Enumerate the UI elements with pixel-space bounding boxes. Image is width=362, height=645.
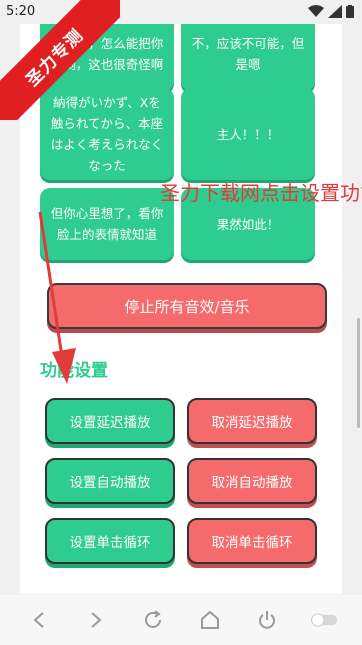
set-auto-button[interactable]: 设置自动播放 xyxy=(45,458,175,504)
section-title: 功能设置 xyxy=(40,361,108,381)
back-icon[interactable] xyxy=(25,606,53,634)
tile-text: 不，应该不可能，但是嗯 xyxy=(191,35,305,72)
home-icon[interactable] xyxy=(196,606,224,634)
cancel-loop-button[interactable]: 取消单击循环 xyxy=(187,518,317,564)
battery-icon xyxy=(346,5,354,18)
bottom-nav-bar xyxy=(0,595,362,645)
corner-banner-label: 圣力专测 xyxy=(0,0,120,120)
dialogue-tile-4[interactable]: 主人！！！ xyxy=(181,88,315,180)
cancel-delay-button[interactable]: 取消延迟播放 xyxy=(187,398,317,444)
overlay-annotation: 圣力下载网点击设置功能 xyxy=(160,181,362,205)
wifi-icon xyxy=(308,5,324,17)
tile-text: 果然如此！ xyxy=(216,216,280,232)
refresh-icon[interactable] xyxy=(139,606,167,634)
tile-text: 但你心里想了，看你脸上的表情就知道 xyxy=(50,206,164,242)
forward-icon[interactable] xyxy=(82,606,110,634)
status-icons xyxy=(308,5,354,18)
set-loop-button[interactable]: 设置单击循环 xyxy=(45,518,175,564)
tile-text: 主人！！！ xyxy=(216,126,280,142)
set-delay-button[interactable]: 设置延迟播放 xyxy=(45,398,175,444)
dialogue-tile-2[interactable]: 不，应该不可能，但是嗯 xyxy=(181,24,315,91)
toggle-icon[interactable] xyxy=(310,606,338,634)
stop-all-audio-button[interactable]: 停止所有音效/音乐 xyxy=(47,283,327,329)
signal-icon xyxy=(328,5,342,18)
dialogue-tile-5[interactable]: 但你心里想了，看你脸上的表情就知道 xyxy=(40,188,174,260)
cancel-auto-button[interactable]: 取消自动播放 xyxy=(187,458,317,504)
scrollbar[interactable] xyxy=(357,318,360,428)
power-icon[interactable] xyxy=(253,606,281,634)
corner-banner: 圣力专测 xyxy=(0,0,120,120)
